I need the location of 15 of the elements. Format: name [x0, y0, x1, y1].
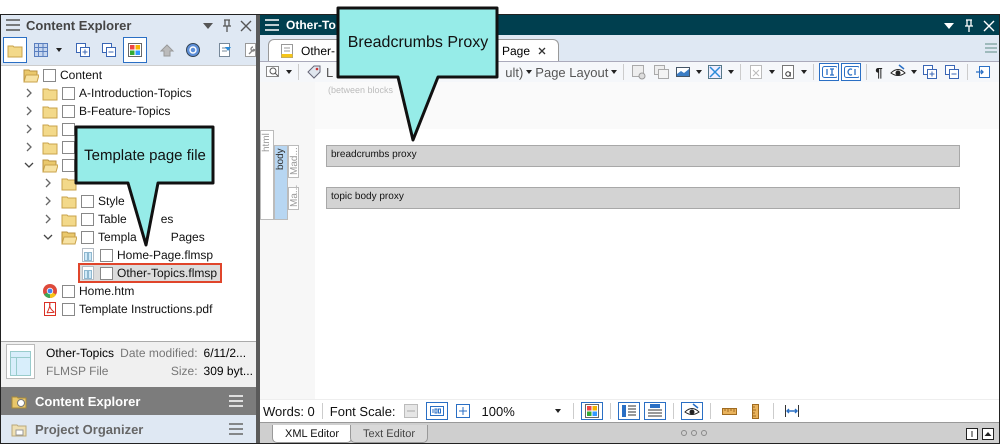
document-title: Other-To	[286, 18, 337, 32]
tooltip-text: Breadcrumbs Proxy	[346, 32, 490, 52]
tooltip-text: Template page file	[83, 146, 207, 166]
panel-title: Content Explorer	[26, 18, 132, 32]
tab-label: Other-	[301, 44, 336, 58]
font-scale-label: Font Scale:	[330, 404, 396, 418]
tab-label: Page	[502, 44, 530, 58]
size-label: Size:	[170, 364, 198, 378]
hint-text: (between blocks	[315, 82, 999, 129]
file-name: Other-Topics	[46, 346, 114, 360]
word-count: Words: 0	[263, 404, 315, 418]
date-label: Date modified:	[120, 346, 198, 360]
date-value: 6/11/2...	[204, 346, 248, 360]
size-value: 309 byt...	[204, 364, 253, 378]
file-type: FLMSP File	[46, 364, 110, 378]
